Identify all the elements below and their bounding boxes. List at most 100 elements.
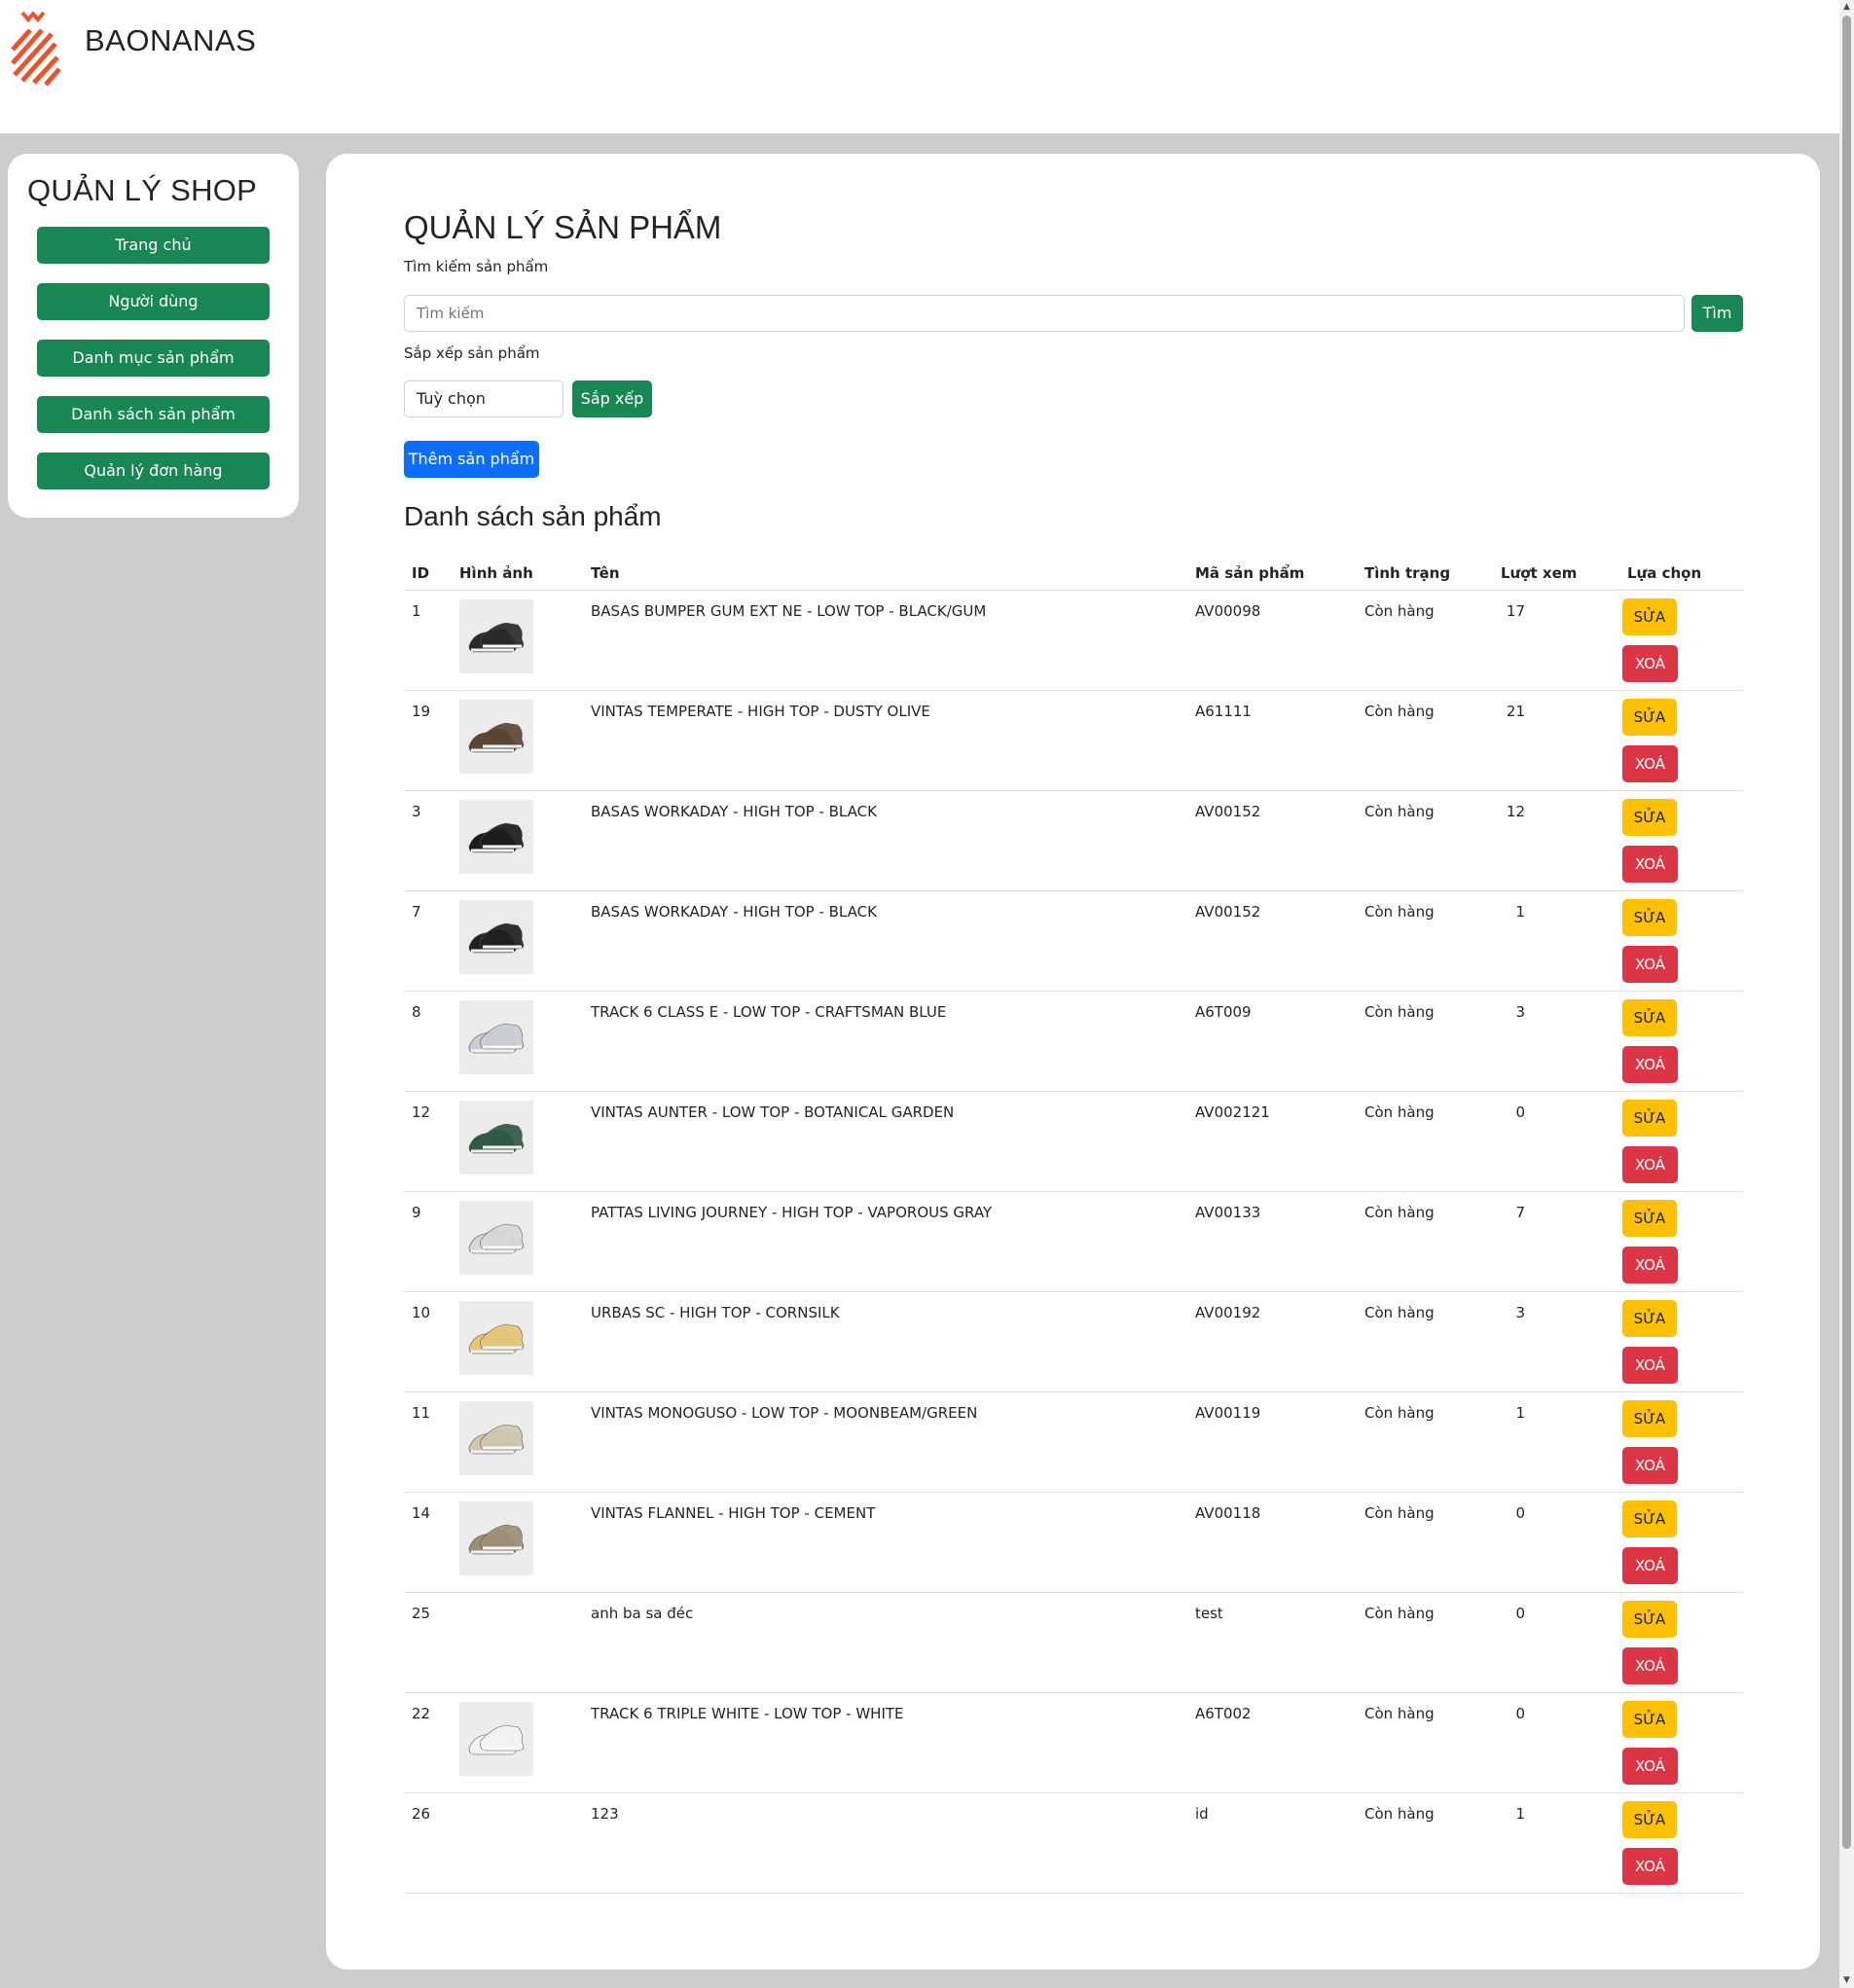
edit-button[interactable]: SỬA bbox=[1622, 1200, 1677, 1237]
cell-id: 11 bbox=[412, 1404, 431, 1422]
cell-views: 3 bbox=[1515, 1003, 1525, 1021]
cell-status: Còn hàng bbox=[1364, 1805, 1435, 1823]
sidebar-item-products[interactable]: Danh sách sản phẩm bbox=[37, 396, 270, 433]
cell-status: Còn hàng bbox=[1364, 803, 1435, 820]
cell-views: 1 bbox=[1515, 903, 1525, 921]
delete-button[interactable]: XOÁ bbox=[1622, 1547, 1678, 1584]
column-header-actions: Lựa chọn bbox=[1627, 564, 1702, 582]
add-product-button[interactable]: Thêm sản phẩm bbox=[404, 441, 539, 478]
cell-id: 22 bbox=[412, 1705, 431, 1722]
edit-button[interactable]: SỬA bbox=[1622, 699, 1677, 736]
table-row: 25 anh ba sa đéc test Còn hàng 0 SỬA XOÁ bbox=[404, 1593, 1743, 1693]
column-header-status: Tình trạng bbox=[1364, 564, 1451, 582]
cell-views: 7 bbox=[1515, 1204, 1525, 1221]
table-row: 19 VINTAS TEMPERATE - HIGH TOP - DUSTY O… bbox=[404, 691, 1743, 791]
sidebar-item-categories[interactable]: Danh mục sản phẩm bbox=[37, 340, 270, 377]
sort-button[interactable]: Sắp xếp bbox=[572, 380, 652, 417]
table-row: 3 BASAS WORKADAY - HIGH TOP - BLACK AV00… bbox=[404, 791, 1743, 891]
cell-status: Còn hàng bbox=[1364, 1003, 1435, 1021]
cell-name: BASAS WORKADAY - HIGH TOP - BLACK bbox=[591, 803, 877, 820]
edit-button[interactable]: SỬA bbox=[1622, 1300, 1677, 1337]
edit-button[interactable]: SỬA bbox=[1622, 1701, 1677, 1738]
delete-button[interactable]: XOÁ bbox=[1622, 1247, 1678, 1283]
table-row: 14 VINTAS FLANNEL - HIGH TOP - CEMENT AV… bbox=[404, 1493, 1743, 1593]
edit-button[interactable]: SỬA bbox=[1622, 598, 1677, 635]
cell-name: PATTAS LIVING JOURNEY - HIGH TOP - VAPOR… bbox=[591, 1204, 993, 1221]
cell-code: AV00152 bbox=[1195, 903, 1261, 921]
product-image bbox=[459, 1000, 533, 1074]
edit-button[interactable]: SỬA bbox=[1622, 899, 1677, 936]
scroll-down-icon[interactable]: ▼ bbox=[1839, 1973, 1854, 1988]
cell-views: 0 bbox=[1515, 1605, 1525, 1622]
cell-views: 0 bbox=[1515, 1705, 1525, 1722]
cell-code: AV00133 bbox=[1195, 1204, 1261, 1221]
column-header-code: Mã sản phẩm bbox=[1195, 564, 1305, 582]
delete-button[interactable]: XOÁ bbox=[1622, 1046, 1678, 1083]
edit-button[interactable]: SỬA bbox=[1622, 799, 1677, 836]
product-image bbox=[459, 1301, 533, 1375]
cell-status: Còn hàng bbox=[1364, 1304, 1435, 1321]
product-image bbox=[459, 1702, 533, 1776]
edit-button[interactable]: SỬA bbox=[1622, 1500, 1677, 1537]
delete-button[interactable]: XOÁ bbox=[1622, 1848, 1678, 1885]
cell-code: AV00152 bbox=[1195, 803, 1261, 820]
cell-id: 10 bbox=[412, 1304, 431, 1321]
search-button[interactable]: Tìm bbox=[1691, 295, 1743, 332]
scroll-up-icon[interactable]: ▲ bbox=[1839, 0, 1854, 15]
cell-name: TRACK 6 CLASS E - LOW TOP - CRAFTSMAN BL… bbox=[591, 1003, 947, 1021]
delete-button[interactable]: XOÁ bbox=[1622, 1146, 1678, 1183]
search-label: Tìm kiếm sản phẩm bbox=[404, 258, 549, 275]
cell-status: Còn hàng bbox=[1364, 1705, 1435, 1722]
table-body: 1 BASAS BUMPER GUM EXT NE - LOW TOP - BL… bbox=[404, 591, 1743, 1894]
column-header-views: Lượt xem bbox=[1501, 564, 1578, 582]
search-input[interactable]: Tìm kiếm bbox=[404, 295, 1685, 332]
cell-views: 1 bbox=[1515, 1404, 1525, 1422]
sidebar-item-home[interactable]: Trang chủ bbox=[37, 227, 270, 264]
delete-button[interactable]: XOÁ bbox=[1622, 846, 1678, 883]
table-row: 22 TRACK 6 TRIPLE WHITE - LOW TOP - WHIT… bbox=[404, 1693, 1743, 1793]
page-scrollbar[interactable]: ▲ ▼ bbox=[1839, 0, 1854, 1988]
delete-button[interactable]: XOÁ bbox=[1622, 1647, 1678, 1684]
table-row: 11 VINTAS MONOGUSO - LOW TOP - MOONBEAM/… bbox=[404, 1392, 1743, 1493]
brand-logo-icon[interactable] bbox=[11, 9, 61, 94]
product-image bbox=[459, 1201, 533, 1275]
table-row: 8 TRACK 6 CLASS E - LOW TOP - CRAFTSMAN … bbox=[404, 992, 1743, 1092]
scrollbar-thumb[interactable] bbox=[1842, 16, 1851, 1849]
cell-views: 1 bbox=[1515, 1805, 1525, 1823]
edit-button[interactable]: SỬA bbox=[1622, 1801, 1677, 1838]
delete-button[interactable]: XOÁ bbox=[1622, 645, 1678, 682]
cell-name: BASAS WORKADAY - HIGH TOP - BLACK bbox=[591, 903, 877, 921]
delete-button[interactable]: XOÁ bbox=[1622, 1447, 1678, 1484]
edit-button[interactable]: SỬA bbox=[1622, 1400, 1677, 1437]
product-image bbox=[459, 599, 533, 673]
delete-button[interactable]: XOÁ bbox=[1622, 946, 1678, 983]
cell-name: VINTAS FLANNEL - HIGH TOP - CEMENT bbox=[591, 1504, 876, 1522]
edit-button[interactable]: SỬA bbox=[1622, 1100, 1677, 1137]
brand-name[interactable]: BAONANAS bbox=[85, 23, 256, 58]
cell-id: 12 bbox=[412, 1103, 431, 1121]
delete-button[interactable]: XOÁ bbox=[1622, 1347, 1678, 1384]
sort-select[interactable]: Tuỳ chọn bbox=[404, 380, 563, 417]
sort-label: Sắp xếp sản phẩm bbox=[404, 344, 540, 362]
cell-id: 8 bbox=[412, 1003, 421, 1021]
cell-code: A6T002 bbox=[1195, 1705, 1252, 1722]
cell-id: 26 bbox=[412, 1805, 431, 1823]
cell-views: 0 bbox=[1515, 1103, 1525, 1121]
cell-name: BASAS BUMPER GUM EXT NE - LOW TOP - BLAC… bbox=[591, 602, 987, 620]
product-image bbox=[459, 900, 533, 974]
sidebar-item-users[interactable]: Người dùng bbox=[37, 283, 270, 320]
main-content: QUẢN LÝ SẢN PHẨM Tìm kiếm sản phẩm Tìm k… bbox=[326, 154, 1820, 1970]
delete-button[interactable]: XOÁ bbox=[1622, 1748, 1678, 1785]
edit-button[interactable]: SỬA bbox=[1622, 999, 1677, 1036]
sidebar-item-orders[interactable]: Quản lý đơn hàng bbox=[37, 452, 270, 489]
cell-name: TRACK 6 TRIPLE WHITE - LOW TOP - WHITE bbox=[591, 1705, 904, 1722]
cell-code: test bbox=[1195, 1605, 1223, 1622]
cell-status: Còn hàng bbox=[1364, 1103, 1435, 1121]
edit-button[interactable]: SỬA bbox=[1622, 1601, 1677, 1638]
cell-views: 21 bbox=[1506, 703, 1525, 720]
delete-button[interactable]: XOÁ bbox=[1622, 745, 1678, 782]
column-header-name: Tên bbox=[591, 564, 620, 582]
cell-name: VINTAS AUNTER - LOW TOP - BOTANICAL GARD… bbox=[591, 1103, 955, 1121]
top-navbar: BAONANAS bbox=[0, 0, 1839, 133]
cell-name: VINTAS MONOGUSO - LOW TOP - MOONBEAM/GRE… bbox=[591, 1404, 978, 1422]
